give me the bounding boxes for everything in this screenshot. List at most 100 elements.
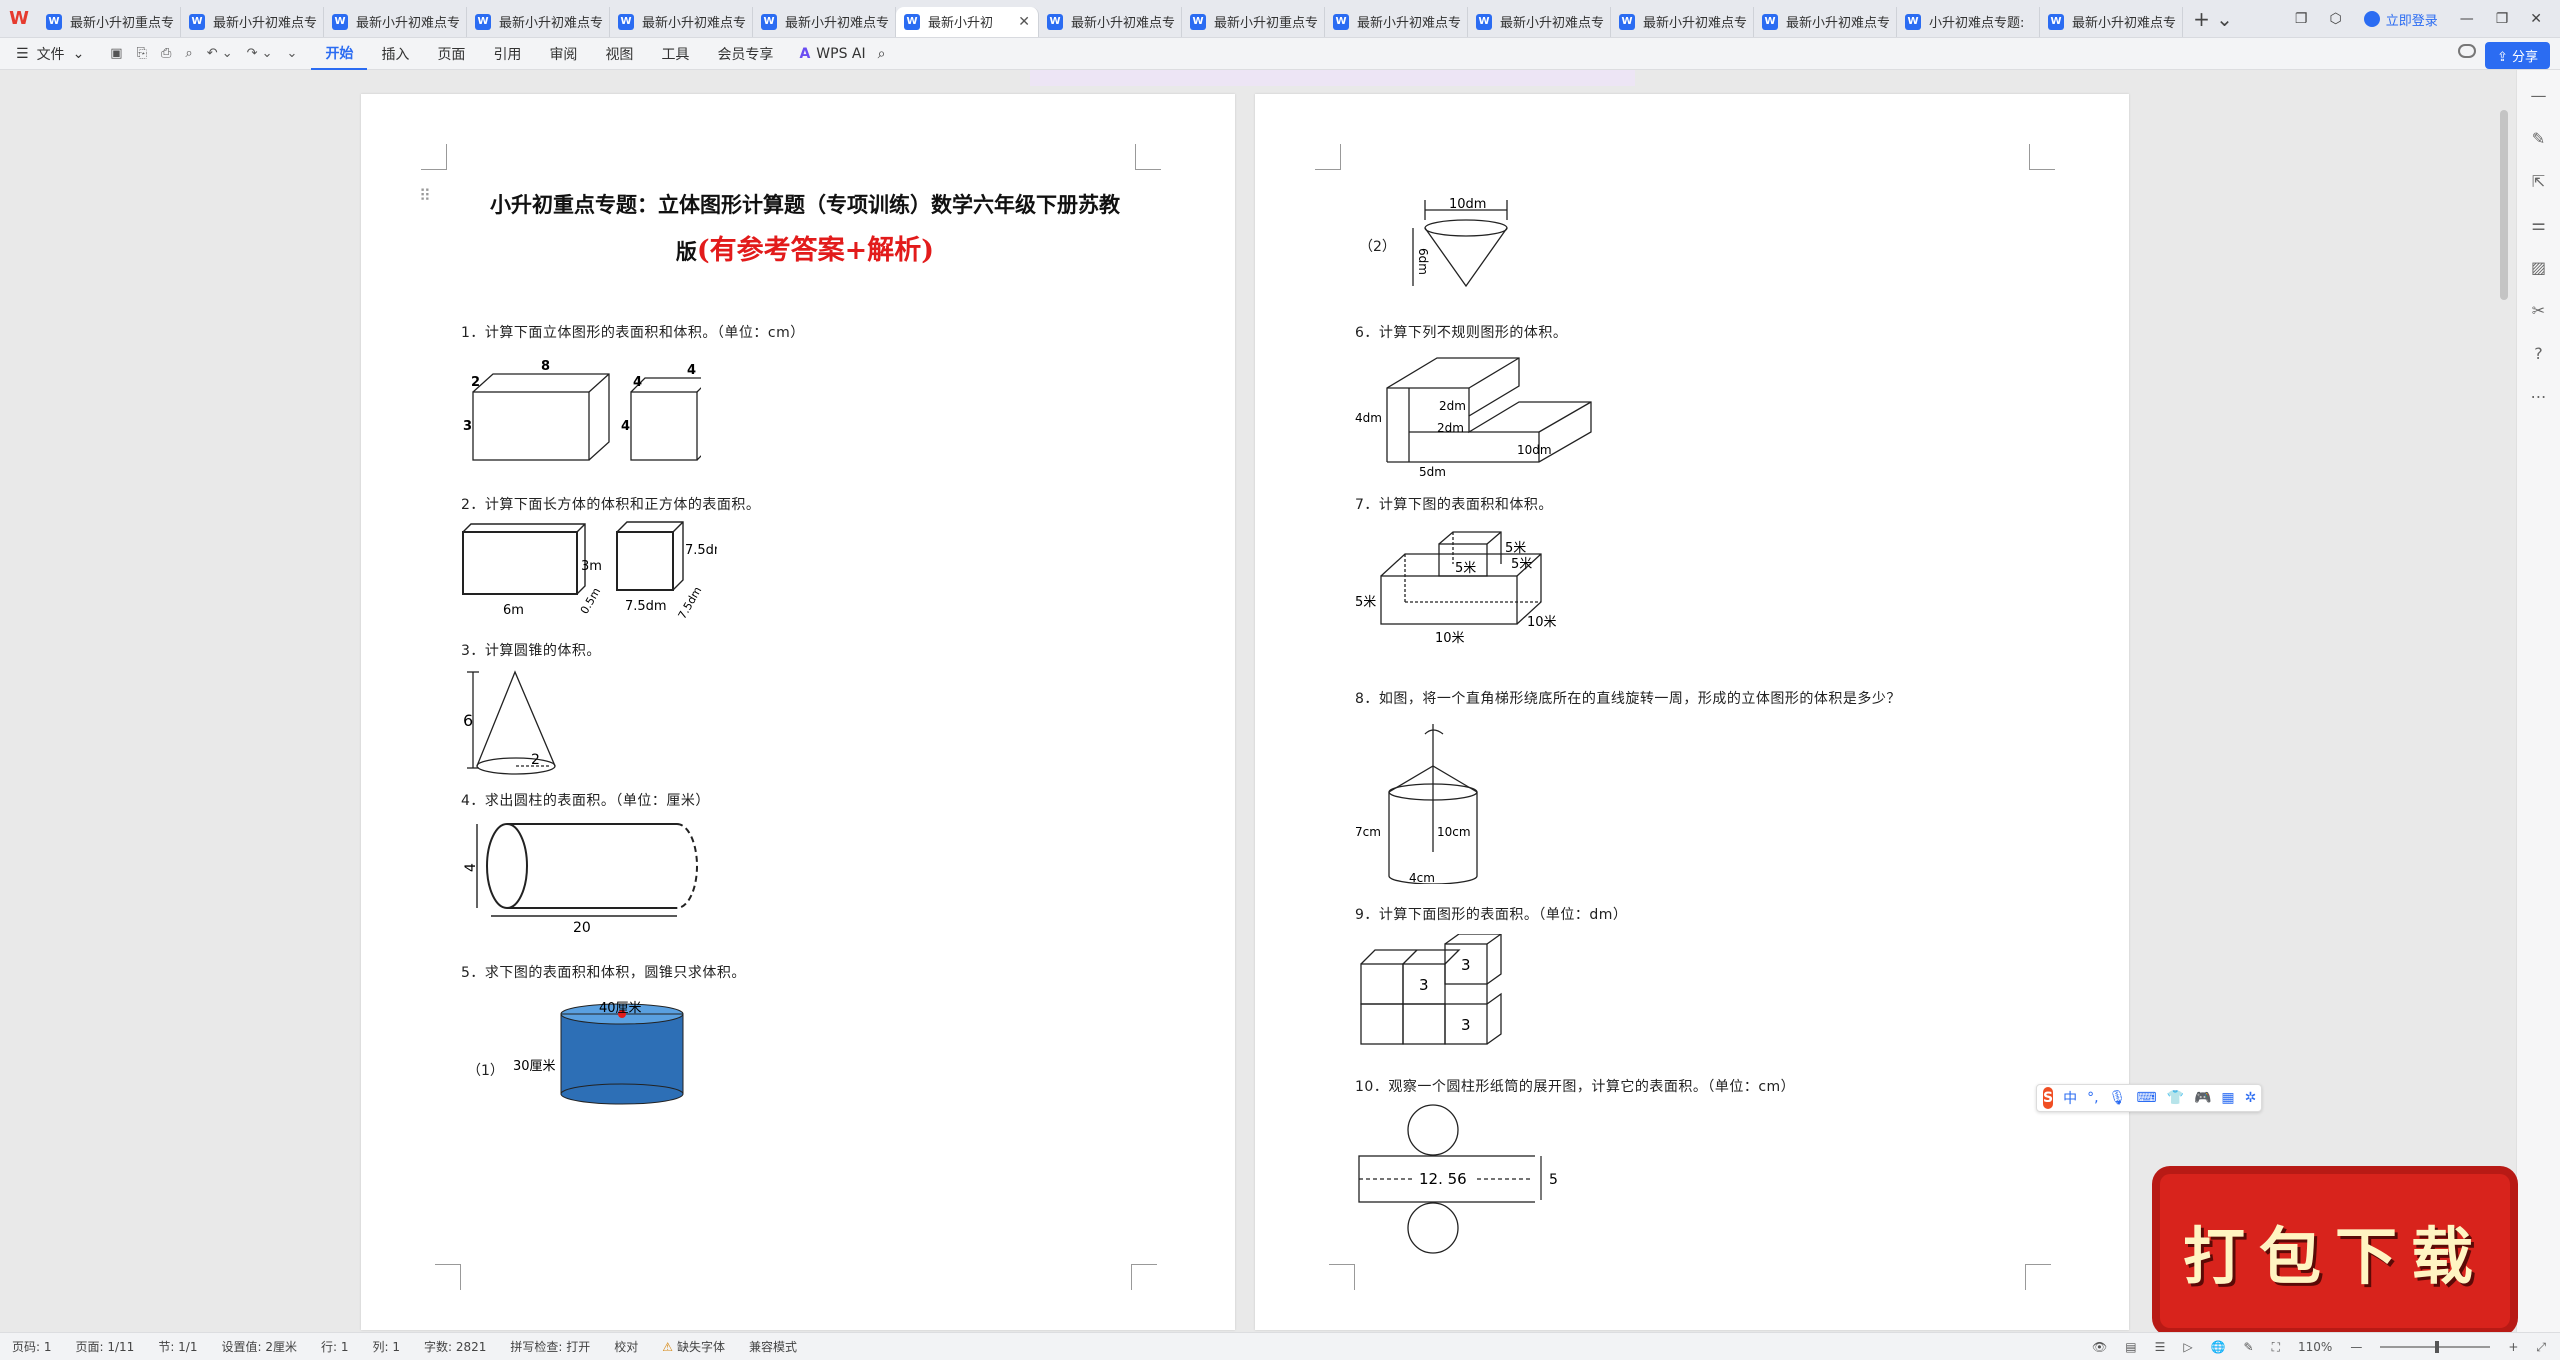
outline-view-icon[interactable]: ☰ xyxy=(2155,1340,2166,1354)
pen-mode-icon[interactable]: ✎ xyxy=(2244,1340,2254,1354)
document-tab[interactable]: W 最新小升初难点专 xyxy=(1468,6,1611,37)
minimize-icon[interactable]: — xyxy=(2460,11,2474,27)
print-icon[interactable]: ⎙ xyxy=(161,46,171,61)
status-spell[interactable]: 拼写检查: 打开 xyxy=(498,1338,602,1355)
vertical-scrollbar[interactable] xyxy=(2500,110,2508,300)
zoom-in-icon[interactable]: + xyxy=(2508,1340,2518,1354)
collapse-icon[interactable]: — xyxy=(2531,86,2547,105)
status-section[interactable]: 节: 1/1 xyxy=(146,1338,209,1355)
window-restore-icon[interactable]: ❐ xyxy=(2295,11,2308,27)
word-doc-icon: W xyxy=(46,13,62,30)
cube-icon[interactable]: ⬡ xyxy=(2329,11,2341,27)
web-view-icon[interactable]: 🌐 xyxy=(2211,1340,2226,1354)
document-page-left: ⠿ 小升初重点专题：立体图形计算题（专项训练）数学六年级下册苏教 版(有参考答案… xyxy=(361,94,1235,1330)
image-icon[interactable]: ▨ xyxy=(2531,258,2546,277)
apps-icon[interactable]: ▦ xyxy=(2221,1090,2234,1106)
drag-handle-icon[interactable]: ⠿ xyxy=(419,186,431,205)
export-icon[interactable]: ⎘ xyxy=(137,46,147,61)
document-tab[interactable]: W 最新小升初难点专 xyxy=(2040,6,2183,37)
ribbon-tab[interactable]: 引用 xyxy=(479,38,535,70)
status-row[interactable]: 行: 1 xyxy=(309,1338,361,1355)
ribbon-tab[interactable]: 会员专享 xyxy=(703,38,787,70)
status-words[interactable]: 字数: 2821 xyxy=(412,1338,498,1355)
maximize-icon[interactable]: ❐ xyxy=(2496,11,2509,27)
undo-icon[interactable]: ↶ ⌄ xyxy=(207,46,233,61)
redo-icon[interactable]: ↷ ⌄ xyxy=(247,46,273,61)
word-doc-icon: W xyxy=(904,13,920,30)
keyboard-icon[interactable]: ⌨ xyxy=(2136,1090,2156,1106)
close-tab-icon[interactable]: ✕ xyxy=(1018,14,1030,30)
ribbon-tab[interactable]: 审阅 xyxy=(535,38,591,70)
skin-icon[interactable]: 👕 xyxy=(2167,1090,2184,1106)
tab-label: 最新小升初难点专 xyxy=(1071,16,1176,31)
file-menu[interactable]: ☰ 文件 ⌄ xyxy=(0,44,96,64)
status-page[interactable]: 页面: 1/11 xyxy=(64,1338,147,1355)
q5-label: 30厘米 xyxy=(513,1059,556,1074)
document-tab[interactable]: W 最新小升初难点专 xyxy=(1611,6,1754,37)
document-tab[interactable]: W 最新小升初难点专 xyxy=(181,6,324,37)
right-sidebar: — ✎ ⇱ ⚌ ▨ ✂ ? ⋯ xyxy=(2516,70,2560,1332)
ime-toolbar[interactable]: S 中 °, 🎙 ⌨ 👕 🎮 ▦ ✲ xyxy=(2036,1084,2262,1112)
zoom-level[interactable]: 110% xyxy=(2298,1340,2332,1354)
q6-label: 2dm xyxy=(1439,399,1466,413)
q7-label: 5米 xyxy=(1511,557,1532,572)
document-tab[interactable]: W 最新小升初难点专 xyxy=(324,6,467,37)
search-icon[interactable]: ⌕ xyxy=(878,46,886,62)
settings-sliders-icon[interactable]: ⚌ xyxy=(2531,215,2545,234)
titlebar-controls: ❐ ⬡ 立即登录 — ❐ ✕ xyxy=(2295,0,2560,38)
login-button[interactable]: 立即登录 xyxy=(2363,10,2438,29)
document-tab[interactable]: W 最新小升初难点专 xyxy=(467,6,610,37)
document-tab[interactable]: W 最新小升初难点专 xyxy=(1039,6,1182,37)
document-tab[interactable]: W 最新小升初重点专 xyxy=(38,6,181,37)
ribbon-tab[interactable]: 插入 xyxy=(367,38,423,70)
document-tab[interactable]: W 小升初难点专题: xyxy=(1897,6,2040,37)
help-icon[interactable]: ? xyxy=(2534,344,2543,363)
ribbon-tab[interactable]: 视图 xyxy=(591,38,647,70)
more-options-icon[interactable]: ⋯ xyxy=(2531,387,2547,406)
figure-q5-2: 10dm 6dm xyxy=(1412,198,1508,288)
ribbon-tab[interactable]: 工具 xyxy=(647,38,703,70)
document-tab[interactable]: W 最新小升初 ✕ xyxy=(896,6,1039,37)
q6-label: 4dm xyxy=(1355,411,1382,425)
download-banner[interactable]: 打包下载 xyxy=(2160,1174,2510,1328)
wps-logo-icon[interactable]: W xyxy=(0,0,38,38)
more-icon[interactable]: ⌄ xyxy=(287,46,298,61)
game-icon[interactable]: 🎮 xyxy=(2194,1090,2211,1106)
fit-icon[interactable]: ⛶ xyxy=(2272,1340,2280,1355)
zoom-slider-thumb[interactable] xyxy=(2435,1341,2440,1353)
ribbon-tab[interactable]: 页面 xyxy=(423,38,479,70)
zoom-out-icon[interactable]: — xyxy=(2350,1340,2362,1354)
share-button[interactable]: ⇪ 分享 xyxy=(2484,42,2550,69)
document-tab[interactable]: W 最新小升初难点专 xyxy=(1754,6,1897,37)
eye-icon[interactable]: 👁 xyxy=(2092,1340,2107,1354)
page-view-icon[interactable]: ▤ xyxy=(2125,1340,2136,1354)
ribbon-tabs: 开始 插入 页面 引用 审阅 视图 工具 会员专享 xyxy=(311,38,787,70)
close-window-icon[interactable]: ✕ xyxy=(2530,11,2542,27)
document-tab[interactable]: W 最新小升初难点专 xyxy=(610,6,753,37)
status-proof[interactable]: 校对 xyxy=(602,1338,650,1355)
document-tab[interactable]: W 最新小升初难点专 xyxy=(753,6,896,37)
zoom-slider[interactable] xyxy=(2380,1341,2491,1353)
play-icon[interactable]: ▷ xyxy=(2183,1340,2192,1354)
document-tab[interactable]: W 最新小升初重点专 xyxy=(1182,6,1325,37)
select-icon[interactable]: ⇱ xyxy=(2532,172,2545,191)
ime-settings-icon[interactable]: ✲ xyxy=(2245,1090,2257,1106)
status-missing-font[interactable]: ⚠ 缺失字体 xyxy=(650,1338,737,1355)
wps-ai-button[interactable]: A WPS AI xyxy=(787,46,877,62)
status-setting[interactable]: 设置值: 2厘米 xyxy=(209,1338,309,1355)
tools-icon[interactable]: ✂ xyxy=(2532,301,2545,320)
save-icon[interactable]: ▣ xyxy=(110,46,122,61)
cloud-sync-icon[interactable] xyxy=(2458,44,2476,58)
pen-icon[interactable]: ✎ xyxy=(2532,129,2545,148)
status-page-code[interactable]: 页码: 1 xyxy=(0,1338,64,1355)
document-tab[interactable]: W 最新小升初难点专 xyxy=(1325,6,1468,37)
new-tab-button[interactable]: + ⌄ xyxy=(2183,7,2243,31)
fullscreen-icon[interactable]: ⤢ xyxy=(2536,1340,2546,1355)
punctuation-icon[interactable]: °, xyxy=(2087,1090,2098,1106)
print-preview-icon[interactable]: ⌕ xyxy=(185,46,192,61)
status-col[interactable]: 列: 1 xyxy=(360,1338,412,1355)
microphone-icon[interactable]: 🎙 xyxy=(2109,1090,2127,1106)
ribbon-tab[interactable]: 开始 xyxy=(311,38,368,70)
warning-icon: ⚠ xyxy=(662,1340,674,1354)
ime-mode[interactable]: 中 xyxy=(2063,1088,2077,1108)
